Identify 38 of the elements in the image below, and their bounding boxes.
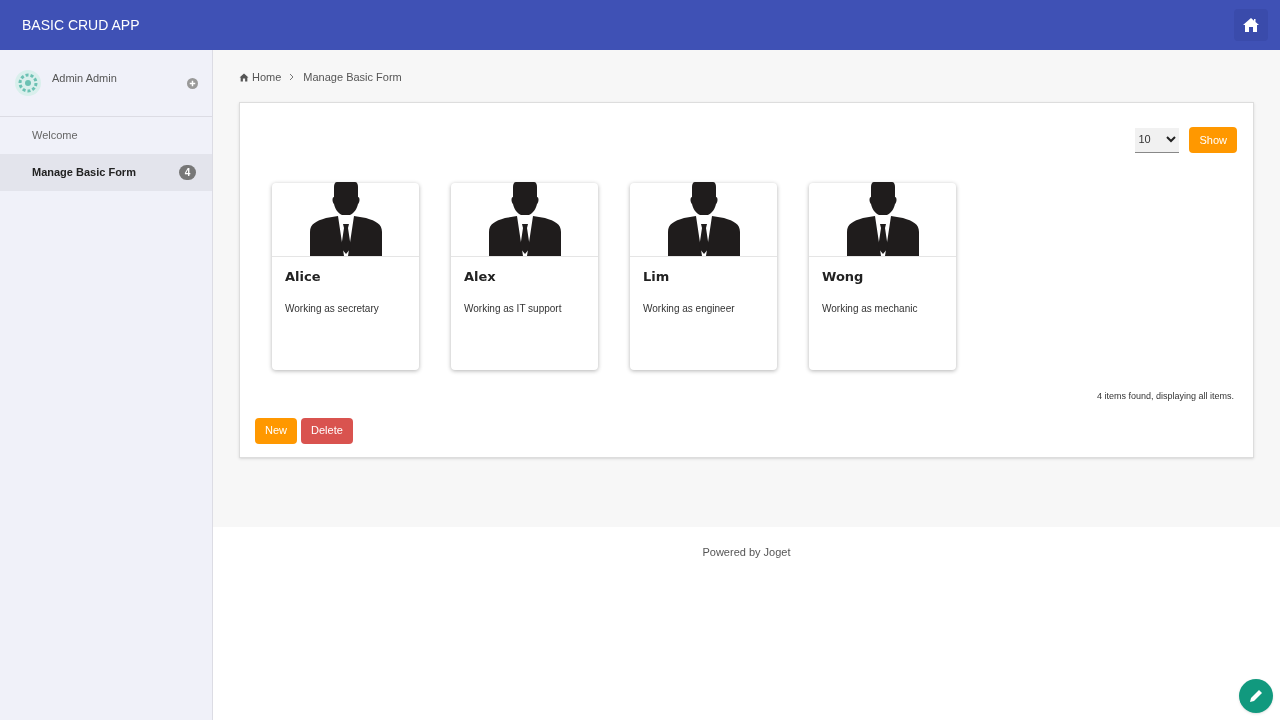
edit-button[interactable]	[1239, 679, 1273, 713]
menu-item[interactable]: Welcome	[0, 117, 212, 154]
person-name: Alice	[284, 268, 322, 286]
person-silhouette-icon	[846, 182, 919, 256]
count-badge: 4	[179, 165, 196, 180]
person-silhouette-icon	[667, 182, 740, 256]
plus-icon[interactable]	[187, 77, 198, 89]
person-silhouette-icon	[309, 182, 382, 256]
menu-label: Manage Basic Form	[32, 165, 136, 181]
breadcrumb-current: Manage Basic Form	[303, 69, 402, 85]
person-description: Working as mechanic	[821, 301, 919, 316]
person-description: Working as engineer	[642, 301, 736, 316]
page-size-select[interactable]: 10	[1135, 127, 1180, 153]
person-description: Working as IT support	[463, 301, 563, 316]
home-icon	[1242, 17, 1260, 33]
breadcrumb-link[interactable]: Home	[252, 68, 282, 86]
app-title: BASIC CRUD APP	[22, 15, 140, 35]
home-icon	[239, 72, 249, 82]
chevron-right-icon	[289, 73, 296, 81]
footer-text: Powered by Joget	[702, 545, 791, 560]
user-name: Admin Admin	[52, 71, 117, 86]
person-description: Working as secretary	[284, 301, 380, 316]
pencil-icon	[1248, 688, 1264, 704]
chevron-down-icon	[1166, 136, 1177, 143]
menu-label: Welcome	[32, 128, 78, 144]
menu-item[interactable]: Manage Basic Form 4	[0, 154, 212, 191]
result-summary: 4 items found, displaying all items.	[1096, 390, 1234, 403]
person-card[interactable]: Alex Working as IT support	[451, 183, 598, 370]
avatar-icon	[14, 69, 42, 97]
person-card[interactable]: Lim Working as engineer	[630, 183, 777, 370]
person-name: Lim	[642, 268, 671, 286]
person-silhouette-icon	[488, 182, 561, 256]
person-name: Alex	[463, 268, 497, 286]
person-card[interactable]: Wong Working as mechanic	[809, 183, 956, 370]
delete-button[interactable]: Delete	[301, 417, 353, 444]
home-button[interactable]	[1234, 9, 1268, 41]
person-card[interactable]: Alice Working as secretary	[272, 183, 419, 370]
person-name: Wong	[821, 268, 865, 286]
